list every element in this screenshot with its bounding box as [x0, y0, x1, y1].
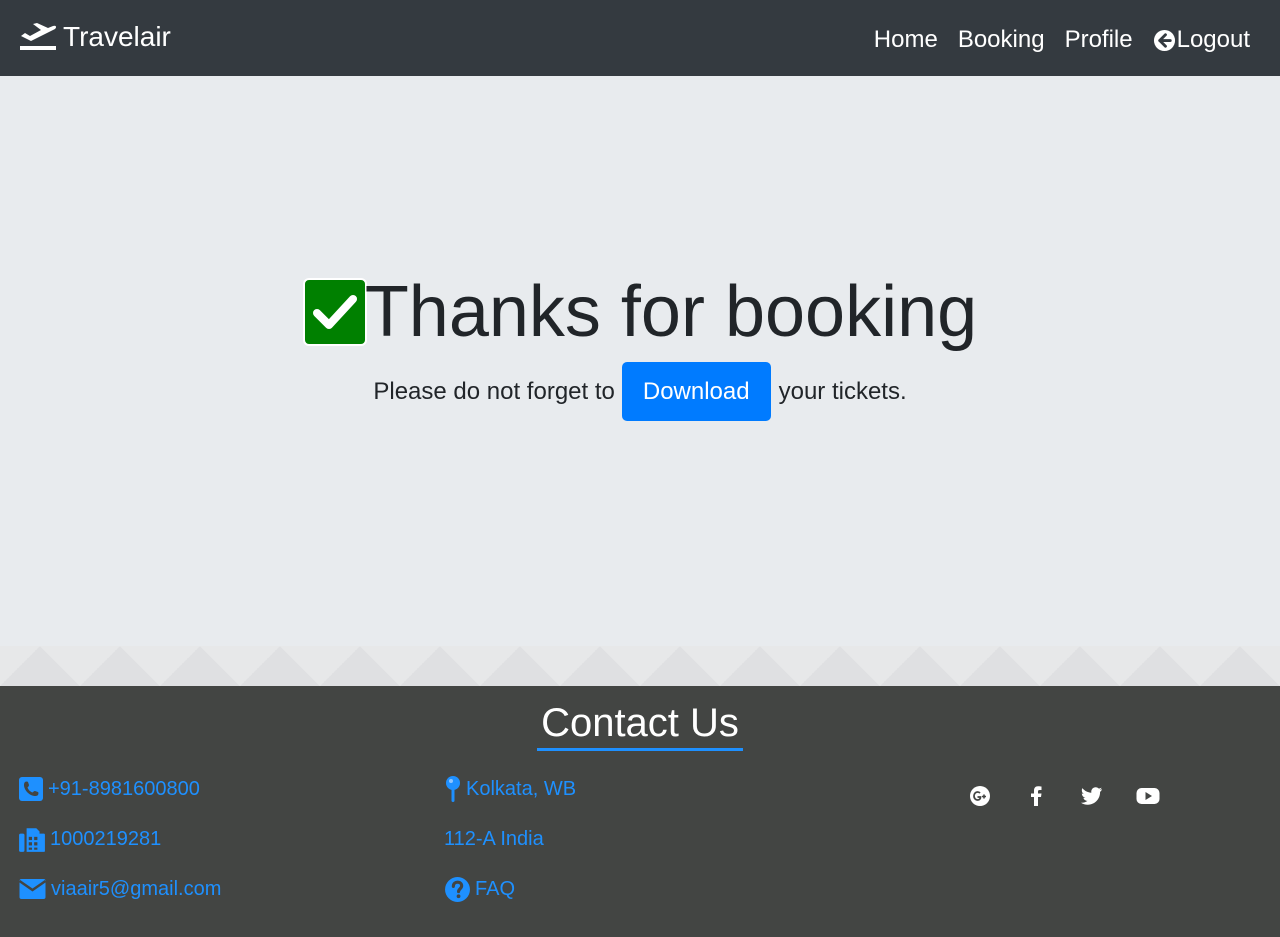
check-square-icon — [302, 278, 367, 346]
footer: Contact Us +91-8981600800 1000219281 via… — [0, 686, 1280, 937]
contact-column: +91-8981600800 1000219281 viaair5@gmail.… — [18, 772, 221, 922]
nav-profile[interactable]: Profile — [1065, 24, 1133, 56]
contact-fax-text: 1000219281 — [50, 827, 162, 850]
address-city: Kolkata, WB — [444, 772, 576, 806]
contact-heading-text: Contact Us — [537, 700, 743, 751]
question-circle-icon — [445, 876, 470, 902]
prompt-text-after: your tickets. — [778, 377, 907, 405]
brand-name: Travelair — [63, 21, 171, 52]
address-column: Kolkata, WB 112-A India FAQ — [444, 772, 576, 922]
main-content: Thanks for booking Please do not forget … — [0, 76, 1280, 646]
youtube-icon[interactable] — [1136, 784, 1160, 808]
plane-departure-icon — [20, 23, 57, 50]
logout-label: Logout — [1176, 26, 1250, 53]
contact-email[interactable]: viaair5@gmail.com — [18, 872, 221, 906]
google-plus-icon[interactable] — [968, 784, 992, 808]
brand-link[interactable]: Travelair — [19, 20, 171, 54]
navbar: Travelair Home Booking Profile Logout — [0, 0, 1280, 76]
address-city-text: Kolkata, WB — [466, 777, 577, 800]
nav-home[interactable]: Home — [874, 24, 938, 56]
prompt-text-before: Please do not forget to — [373, 377, 615, 405]
fax-icon — [19, 828, 45, 852]
contact-phone[interactable]: +91-8981600800 — [18, 772, 221, 806]
address-street-text: 112-A India — [444, 827, 544, 850]
address-street: 112-A India — [444, 822, 576, 856]
faq-link[interactable]: FAQ — [444, 872, 576, 906]
thanks-heading-row: Thanks for booking — [0, 272, 1280, 352]
checkmark-icon — [312, 295, 357, 329]
page-title: Thanks for booking — [364, 272, 978, 352]
decorative-pattern-strip — [0, 646, 1280, 686]
nav-links: Home Booking Profile Logout — [854, 24, 1250, 56]
faq-text: FAQ — [475, 877, 516, 900]
map-pin-icon — [446, 776, 460, 802]
phone-icon — [19, 777, 43, 801]
facebook-icon[interactable] — [1024, 784, 1048, 808]
download-prompt: Please do not forget to Download your ti… — [0, 362, 1280, 421]
arrow-circle-left-icon — [1153, 29, 1175, 51]
nav-booking[interactable]: Booking — [958, 24, 1045, 56]
contact-email-text: viaair5@gmail.com — [51, 877, 222, 900]
contact-fax[interactable]: 1000219281 — [18, 822, 221, 856]
social-links — [968, 784, 1192, 808]
contact-phone-text: +91-8981600800 — [48, 777, 200, 800]
envelope-icon — [18, 879, 47, 899]
twitter-icon[interactable] — [1080, 784, 1104, 808]
download-button[interactable]: Download — [621, 362, 771, 421]
nav-logout[interactable]: Logout — [1153, 24, 1250, 56]
contact-heading: Contact Us — [0, 700, 1280, 751]
